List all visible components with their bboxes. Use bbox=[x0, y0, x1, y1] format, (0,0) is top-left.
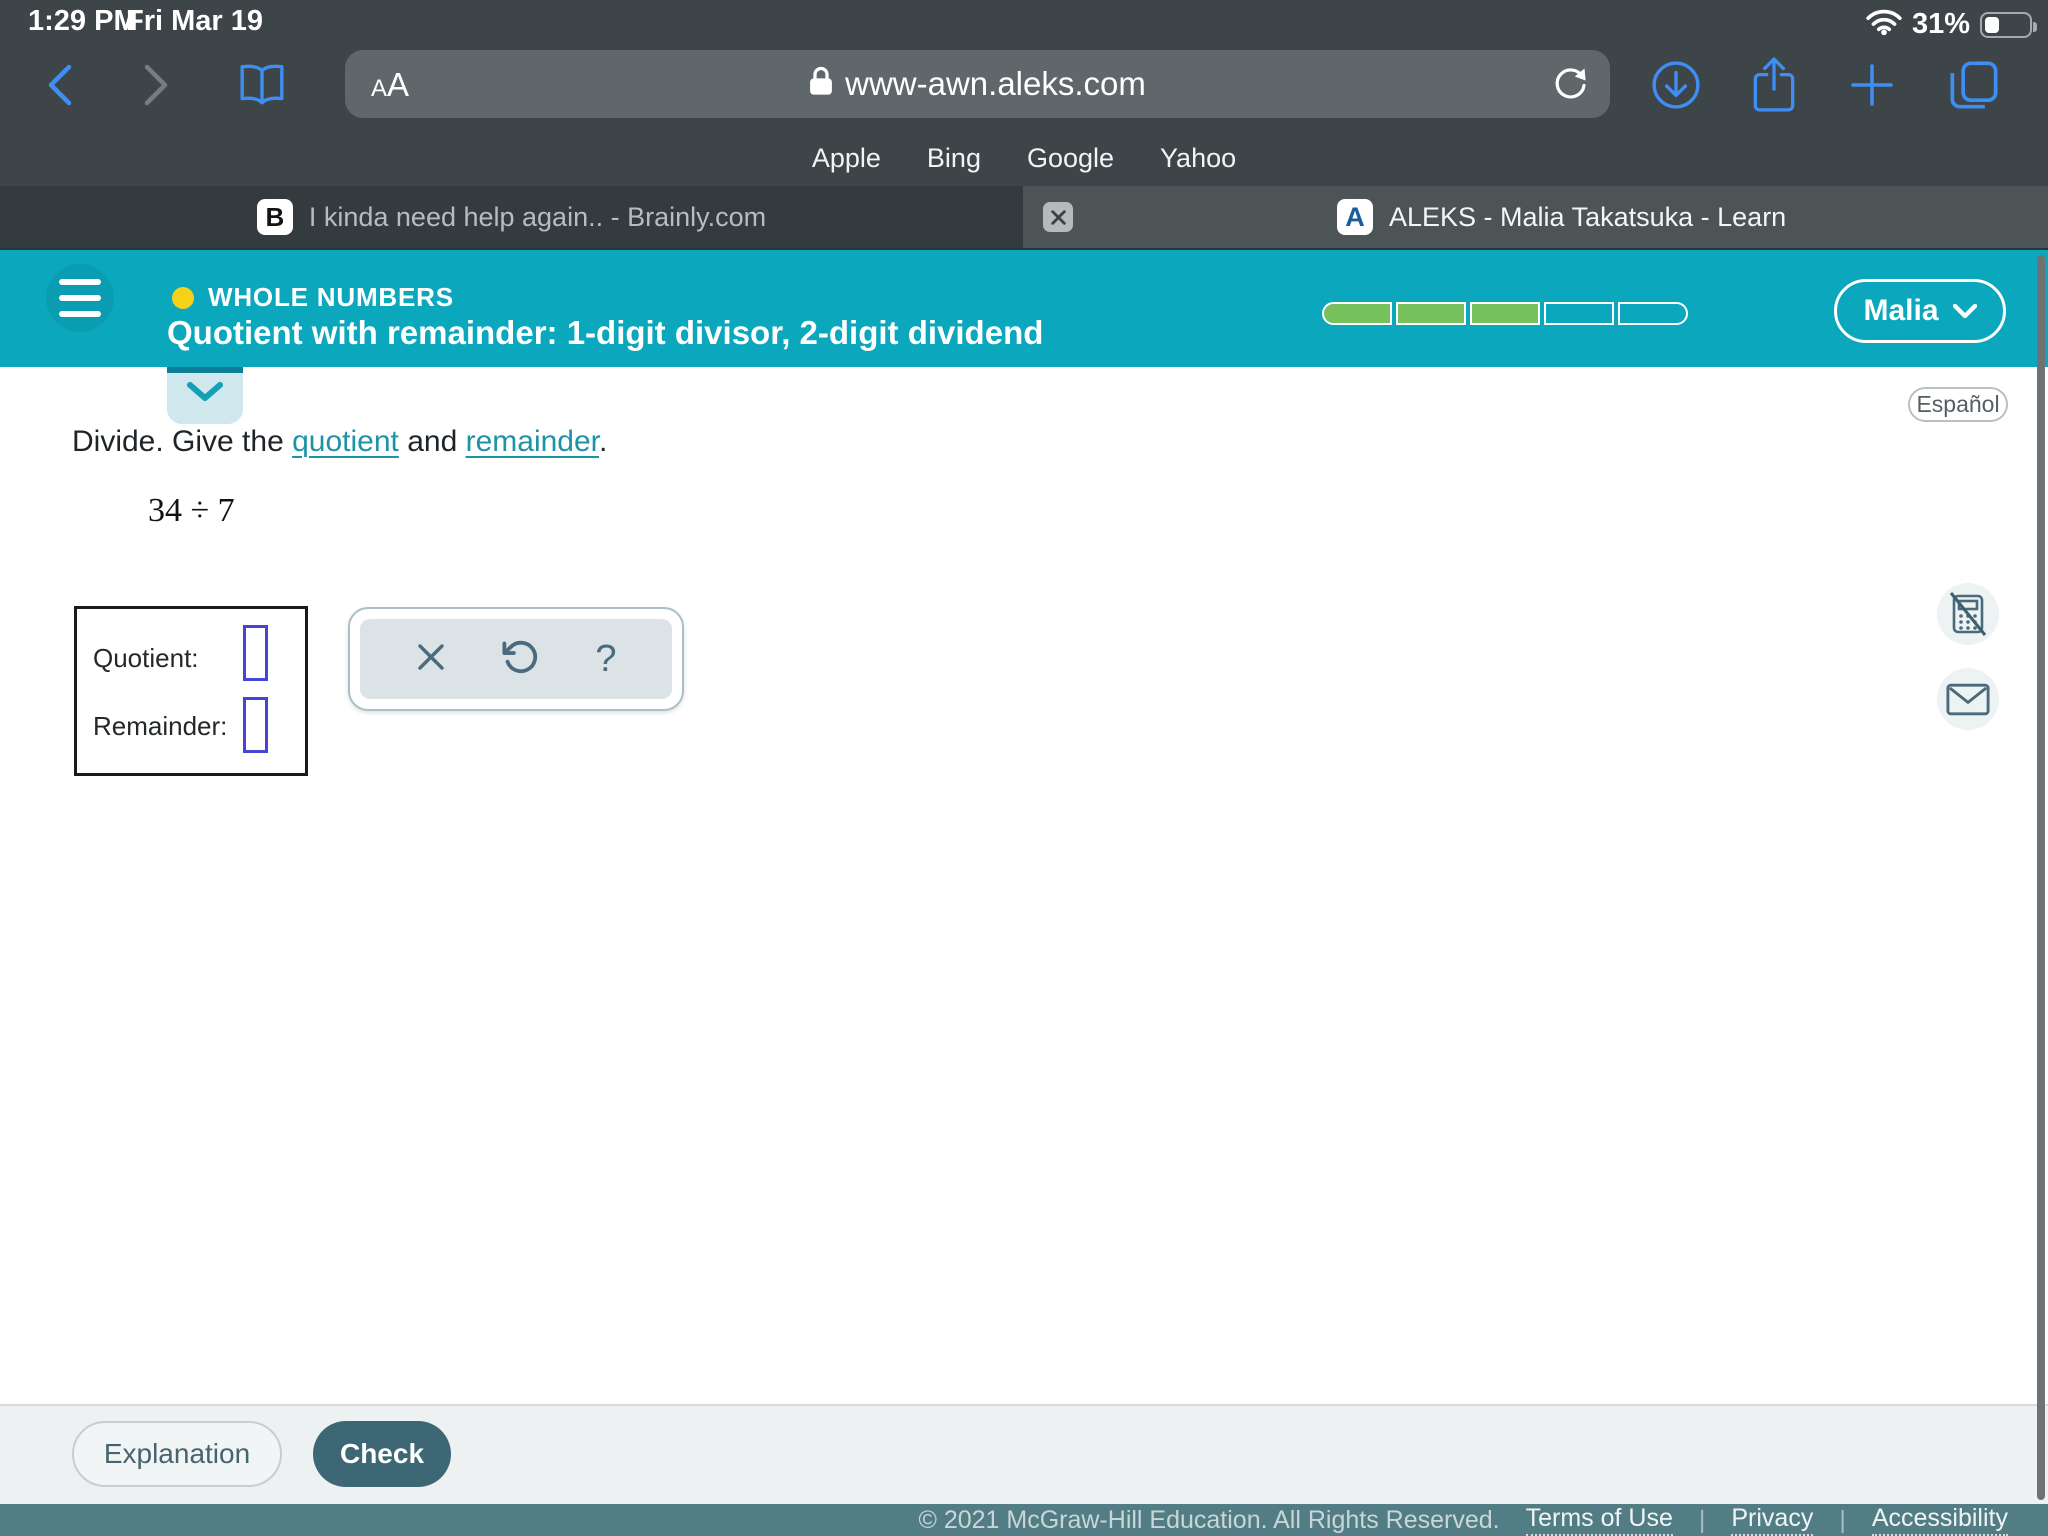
wifi-icon bbox=[1866, 9, 1902, 41]
reload-icon[interactable] bbox=[1552, 66, 1588, 107]
ipad-screen: 1:29 PM Fri Mar 19 31% A A www-awn.aleks… bbox=[0, 0, 2048, 1536]
remainder-term-link[interactable]: remainder bbox=[466, 425, 599, 458]
quotient-row: Quotient: bbox=[93, 643, 199, 674]
share-icon[interactable] bbox=[1744, 40, 1804, 130]
lesson-title: Quotient with remainder: 1-digit divisor… bbox=[167, 314, 1044, 351]
clear-icon[interactable] bbox=[415, 641, 447, 678]
action-bar: Explanation Check bbox=[0, 1404, 2048, 1504]
calculator-slash-icon bbox=[1949, 592, 1987, 636]
answer-toolbar-panel: ? bbox=[360, 619, 672, 699]
quotient-term-link[interactable]: quotient bbox=[292, 425, 399, 458]
user-name: Malia bbox=[1863, 294, 1939, 327]
aleks-favicon: A bbox=[1337, 199, 1373, 235]
footer: © 2021 McGraw-Hill Education. All Rights… bbox=[0, 1504, 2048, 1536]
tab-bar: B I kinda need help again.. - Brainly.co… bbox=[0, 186, 2048, 250]
progress-bar bbox=[1322, 302, 1688, 325]
url-display: www-awn.aleks.com bbox=[345, 50, 1610, 118]
tab-aleks-active[interactable]: A ALEKS - Malia Takatsuka - Learn bbox=[1023, 186, 2048, 248]
battery-icon bbox=[1980, 11, 2037, 38]
bookmarks-icon[interactable] bbox=[232, 40, 292, 130]
envelope-icon bbox=[1946, 683, 1990, 715]
progress-segment bbox=[1544, 302, 1614, 325]
tabs-overview-icon[interactable] bbox=[1944, 40, 2004, 130]
category-dot-icon bbox=[172, 286, 194, 309]
shortcut-google[interactable]: Google bbox=[1027, 143, 1114, 174]
tab-title: ALEKS - Malia Takatsuka - Learn bbox=[1389, 201, 1787, 232]
help-icon[interactable]: ? bbox=[595, 638, 616, 681]
address-bar[interactable]: AA www-awn.aleks.com bbox=[345, 50, 1610, 118]
progress-segment bbox=[1470, 302, 1540, 325]
shortcut-apple[interactable]: Apple bbox=[812, 143, 881, 174]
explanation-button[interactable]: Explanation bbox=[72, 1421, 282, 1487]
remainder-input[interactable] bbox=[243, 697, 268, 753]
search-shortcuts: Apple Bing Google Yahoo bbox=[0, 130, 2048, 186]
progress-segment bbox=[1322, 302, 1392, 325]
lock-icon bbox=[809, 65, 833, 104]
answer-panel: Quotient: Remainder: bbox=[74, 606, 308, 776]
problem-page: Español Divide. Give the quotient and re… bbox=[0, 367, 2048, 1404]
undo-icon[interactable] bbox=[502, 638, 540, 681]
chevron-down-icon bbox=[187, 382, 223, 401]
copyright-text: © 2021 McGraw-Hill Education. All Rights… bbox=[918, 1505, 1500, 1534]
category-label: WHOLE NUMBERS bbox=[208, 282, 454, 312]
espanol-button[interactable]: Español bbox=[1908, 387, 2008, 422]
math-expression: 34 ÷ 7 bbox=[148, 492, 235, 529]
privacy-link[interactable]: Privacy bbox=[1731, 1504, 1814, 1536]
chevron-down-icon bbox=[1952, 304, 1977, 318]
answer-toolbar: ? bbox=[348, 607, 684, 711]
remainder-label: Remainder: bbox=[93, 711, 228, 741]
tab-brainly[interactable]: B I kinda need help again.. - Brainly.co… bbox=[0, 186, 1023, 248]
aleks-header: WHOLE NUMBERS Quotient with remainder: 1… bbox=[0, 250, 2048, 367]
message-button[interactable] bbox=[1937, 668, 1999, 730]
progress-segment bbox=[1618, 302, 1688, 325]
remainder-row: Remainder: bbox=[93, 711, 227, 742]
status-bar: 1:29 PM Fri Mar 19 31% bbox=[0, 0, 2048, 40]
problem-prompt: Divide. Give the quotient and remainder. bbox=[72, 425, 608, 458]
url-text: www-awn.aleks.com bbox=[845, 65, 1146, 102]
date: Fri Mar 19 bbox=[126, 5, 263, 37]
forward-icon[interactable] bbox=[126, 40, 186, 130]
battery-percent: 31% bbox=[1911, 8, 1970, 40]
collapse-header-button[interactable] bbox=[167, 367, 243, 424]
back-icon[interactable] bbox=[30, 40, 90, 130]
check-button[interactable]: Check bbox=[313, 1421, 451, 1487]
status-right: 31% bbox=[1866, 8, 2037, 41]
safari-chrome: 1:29 PM Fri Mar 19 31% A A www-awn.aleks… bbox=[0, 0, 2048, 186]
downloads-icon[interactable] bbox=[1646, 40, 1706, 130]
brainly-favicon: B bbox=[256, 199, 293, 235]
close-tab-icon[interactable] bbox=[1043, 202, 1073, 232]
calculator-disabled-button[interactable] bbox=[1937, 583, 1999, 645]
tab-title: I kinda need help again.. - Brainly.com bbox=[308, 201, 767, 232]
accessibility-link[interactable]: Accessibility bbox=[1871, 1504, 2008, 1536]
shortcut-bing[interactable]: Bing bbox=[927, 143, 981, 174]
terms-of-use-link[interactable]: Terms of Use bbox=[1525, 1504, 1673, 1536]
new-tab-icon[interactable] bbox=[1842, 40, 1902, 130]
quotient-input[interactable] bbox=[243, 625, 268, 681]
category-row: WHOLE NUMBERS bbox=[172, 282, 454, 313]
menu-icon[interactable] bbox=[46, 264, 114, 332]
quotient-label: Quotient: bbox=[93, 643, 199, 673]
shortcut-yahoo[interactable]: Yahoo bbox=[1160, 143, 1236, 174]
scrollbar[interactable] bbox=[2037, 255, 2045, 1500]
safari-toolbar: AA www-awn.aleks.com bbox=[0, 40, 2048, 130]
progress-segment bbox=[1396, 302, 1466, 325]
user-menu-button[interactable]: Malia bbox=[1834, 279, 2006, 343]
clock: 1:29 PM bbox=[28, 5, 138, 37]
